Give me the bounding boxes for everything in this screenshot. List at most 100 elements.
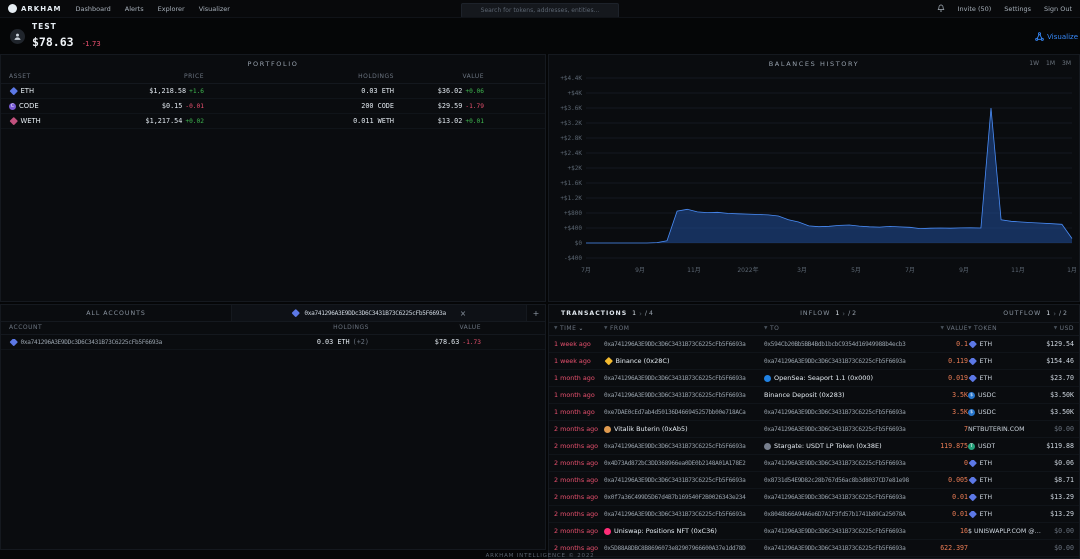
asset-name: ETH (21, 87, 35, 95)
outflow-pager-group: OUTFLOW 1 › / 2 (1003, 310, 1067, 318)
transaction-to[interactable]: 0x8048b66A94A6e6D7A2F3fd57b1741b89Ca2507… (764, 511, 924, 518)
column-header-usd[interactable]: ▼ USD (1042, 325, 1074, 332)
add-account-button[interactable]: + (526, 305, 545, 321)
notification-bell-icon[interactable] (937, 4, 945, 13)
invite-button[interactable]: Invite (50) (958, 5, 992, 13)
portfolio-asset[interactable]: WETH (9, 117, 94, 125)
account-holdings-extra: (+2) (353, 338, 369, 346)
range-3m-button[interactable]: 3M (1062, 60, 1071, 67)
column-header-price[interactable]: PRICE (94, 73, 204, 80)
transaction-to[interactable]: 0xa741296A3E9DDc3D6C3431B73C6225cFb5F669… (764, 358, 924, 365)
transaction-from[interactable]: 0xa741296A3E9DDc3D6C3431B73C6225cFb5F669… (604, 392, 764, 399)
transaction-to[interactable]: 0xa741296A3E9DDc3D6C3431B73C6225cFb5F669… (764, 528, 924, 535)
transaction-time-link[interactable]: 1 week ago (554, 357, 604, 365)
transaction-to[interactable]: 0xa741296A3E9DDc3D6C3431B73C6225cFb5F669… (764, 426, 924, 433)
transaction-time-link[interactable]: 2 months ago (554, 510, 604, 518)
transaction-to[interactable]: 0xa741296A3E9DDc3D6C3431B73C6225cFb5F669… (764, 545, 924, 552)
transactions-column-headers: ▼ TIME ⌄ ▼ FROM ▼ TO ▼ VALUE ▼ TOKEN ▼ (549, 323, 1079, 336)
column-header-token[interactable]: ▼ TOKEN (968, 325, 1042, 332)
transaction-from[interactable]: 0x5D88A8DBC8B8696073e82907966600A37e1dd7… (604, 545, 764, 552)
column-header-value[interactable]: ▼ VALUE (924, 325, 968, 332)
arkham-logo-icon[interactable] (8, 4, 17, 13)
column-header-holdings[interactable]: HOLDINGS (204, 73, 394, 80)
price-value: $1,217.54 (146, 117, 183, 125)
column-header-to-label: TO (770, 325, 779, 332)
column-header-value[interactable]: VALUE (394, 73, 484, 80)
value-amount: $36.02 (438, 87, 463, 95)
transaction-from[interactable]: 0xa741296A3E9DDc3D6C3431B73C6225cFb5F669… (604, 511, 764, 518)
transaction-time-link[interactable]: 2 months ago (554, 544, 604, 552)
visualize-button[interactable]: Visualize (1035, 32, 1078, 41)
person-icon (13, 32, 22, 41)
range-1w-button[interactable]: 1W (1029, 60, 1039, 67)
svg-text:+$400: +$400 (564, 225, 582, 232)
close-tab-icon[interactable]: × (460, 309, 466, 318)
column-header-from[interactable]: ▼ FROM (604, 325, 764, 332)
outflow-next-page-icon[interactable]: › (1053, 310, 1056, 318)
transaction-row: 2 months ago0x0f7a36C499D5D67d4B7b169540… (549, 489, 1079, 506)
global-search-input[interactable] (461, 3, 619, 18)
transaction-time-link[interactable]: 1 month ago (554, 374, 604, 382)
transaction-value: 0 (924, 459, 968, 467)
column-header-time[interactable]: ▼ TIME ⌄ (554, 325, 604, 332)
transaction-from[interactable]: 0xe7DAE0cEd7ab4d50136D466945257bb00e718A… (604, 409, 764, 416)
balances-history-chart[interactable]: +$4.4K+$4K+$3.6K+$3.2K+$2.8K+$2.4K+$2K+$… (550, 70, 1080, 282)
tab-account-address[interactable]: 0xa741296A3E9DDc3D6C3431B73C6225cFb5F669… (232, 305, 526, 321)
settings-button[interactable]: Settings (1004, 5, 1031, 13)
transaction-time-link[interactable]: 1 month ago (554, 408, 604, 416)
column-header-asset[interactable]: ASSET (9, 73, 94, 80)
transaction-to[interactable]: Binance Deposit (0x283) (764, 391, 924, 399)
portfolio-asset[interactable]: CCODE (9, 102, 94, 110)
range-1m-button[interactable]: 1M (1046, 60, 1055, 67)
nav-links: Dashboard Alerts Explorer Visualizer (75, 5, 230, 13)
nav-link-alerts[interactable]: Alerts (125, 5, 144, 13)
transaction-from[interactable]: Vitalik Buterin (0xAb5) (604, 425, 764, 433)
column-header-to[interactable]: ▼ TO (764, 325, 924, 332)
transaction-time-link[interactable]: 2 months ago (554, 442, 604, 450)
transaction-time-link[interactable]: 1 month ago (554, 391, 604, 399)
price-change: +1.6 (189, 88, 204, 95)
transaction-value: 16 (924, 527, 968, 535)
transaction-from[interactable]: 0x0f7a36C499D5D67d4B7b169540F2B0026343e2… (604, 494, 764, 501)
svg-text:5月: 5月 (851, 267, 861, 274)
account-address-link[interactable]: 0xa741296A3E9DDc3D6C3431B73C6225cFb5F669… (9, 339, 274, 346)
transaction-time-link[interactable]: 2 months ago (554, 476, 604, 484)
inflow-next-page-icon[interactable]: › (842, 310, 845, 318)
transaction-time-link[interactable]: 2 months ago (554, 527, 604, 535)
nav-link-visualizer[interactable]: Visualizer (199, 5, 230, 13)
nav-link-explorer[interactable]: Explorer (158, 5, 185, 13)
transaction-from[interactable]: Binance (0x28C) (604, 357, 764, 365)
transaction-to[interactable]: 0xa741296A3E9DDc3D6C3431B73C6225cFb5F669… (764, 409, 924, 416)
nav-link-dashboard[interactable]: Dashboard (75, 5, 110, 13)
portfolio-asset[interactable]: ETH (9, 87, 94, 95)
transaction-to[interactable]: Stargate: USDT LP Token (0x38E) (764, 442, 924, 450)
transaction-token: $USDC (968, 392, 1042, 399)
transaction-time-link[interactable]: 2 months ago (554, 425, 604, 433)
transaction-to[interactable]: OpenSea: Seaport 1.1 (0x000) (764, 374, 924, 382)
transaction-time-link[interactable]: 1 week ago (554, 340, 604, 348)
transaction-to[interactable]: 0x594Cb20Bb5BB4Bdb1bcbC9354d16949988b4ec… (764, 341, 924, 348)
transaction-to-address: 0xa741296A3E9DDc3D6C3431B73C6225cFb5F669… (764, 545, 906, 552)
transaction-from[interactable]: 0xa741296A3E9DDc3D6C3431B73C6225cFb5F669… (604, 341, 764, 348)
transaction-from[interactable]: 0xa741296A3E9DDc3D6C3431B73C6225cFb5F669… (604, 375, 764, 382)
sign-out-button[interactable]: Sign Out (1044, 5, 1072, 13)
column-header-account[interactable]: ACCOUNT (9, 324, 274, 331)
transactions-pager-group: TRANSACTIONS 1 › / 4 (561, 310, 653, 318)
transaction-to[interactable]: 0x8731d54E9D82c28b767d56ac8b3d8037CD7e81… (764, 477, 924, 484)
column-header-acct-holdings[interactable]: HOLDINGS (274, 324, 369, 331)
transaction-from[interactable]: Uniswap: Positions NFT (0xC36) (604, 527, 764, 535)
entity-value-row: $78.63 -1.73 (32, 31, 101, 50)
svg-text:3月: 3月 (797, 267, 807, 274)
transaction-time-link[interactable]: 2 months ago (554, 459, 604, 467)
transactions-next-page-icon[interactable]: › (639, 310, 642, 318)
tab-all-accounts[interactable]: ALL ACCOUNTS (1, 305, 232, 321)
transaction-from[interactable]: 0xa741296A3E9DDc3D6C3431B73C6225cFb5F669… (604, 443, 764, 450)
transaction-time-link[interactable]: 2 months ago (554, 493, 604, 501)
transaction-from-address: 0xa741296A3E9DDc3D6C3431B73C6225cFb5F669… (604, 392, 746, 399)
transaction-to[interactable]: 0xa741296A3E9DDc3D6C3431B73C6225cFb5F669… (764, 494, 924, 501)
transaction-from[interactable]: 0xa741296A3E9DDc3D6C3431B73C6225cFb5F669… (604, 477, 764, 484)
svg-text:+$1.6K: +$1.6K (560, 180, 582, 187)
transaction-from[interactable]: 0x4D73Ad872bC3DD368966ea0DE0b2148A01A178… (604, 460, 764, 467)
transaction-to[interactable]: 0xa741296A3E9DDc3D6C3431B73C6225cFb5F669… (764, 460, 924, 467)
column-header-acct-value[interactable]: VALUE (369, 324, 481, 331)
